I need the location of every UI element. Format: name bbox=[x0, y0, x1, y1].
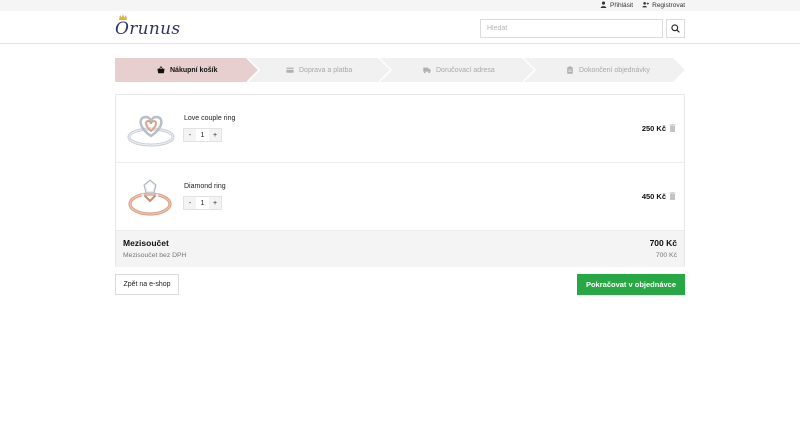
credit-card-icon bbox=[286, 67, 294, 73]
login-label: Přihlásit bbox=[610, 2, 634, 9]
checkout-steps: Nákupní košík Doprava a platba Doručovac… bbox=[115, 58, 685, 82]
back-to-shop-button[interactable]: Zpět na e-shop bbox=[115, 274, 179, 295]
continue-order-button[interactable]: Pokračovat v objednávce bbox=[577, 274, 685, 295]
logo-text: Orunus bbox=[115, 19, 181, 39]
quantity-value[interactable]: 1 bbox=[196, 129, 209, 141]
crown-icon bbox=[119, 14, 127, 20]
step-address-label: Doručovací adresa bbox=[436, 66, 495, 74]
product-price: 250 Kč bbox=[641, 124, 666, 133]
step-finish-label: Dokončení objednávky bbox=[579, 66, 650, 74]
quantity-value[interactable]: 1 bbox=[196, 197, 209, 209]
subtotal-label: Mezisoučet bbox=[123, 238, 169, 248]
user-plus-icon bbox=[642, 1, 650, 10]
cart-item: Diamond ring - 1 + 450 Kč bbox=[116, 163, 684, 231]
basket-icon bbox=[157, 66, 165, 74]
increase-quantity-button[interactable]: + bbox=[209, 129, 221, 141]
trash-icon[interactable] bbox=[669, 124, 676, 132]
quantity-stepper: - 1 + bbox=[183, 196, 222, 210]
subtotal-value: 700 Kč bbox=[649, 238, 677, 248]
product-price: 450 Kč bbox=[641, 192, 666, 201]
user-icon bbox=[600, 1, 607, 10]
step-shipping-label: Doprava a platba bbox=[299, 66, 353, 74]
product-image[interactable] bbox=[121, 100, 179, 158]
step-cart-label: Nákupní košík bbox=[170, 66, 218, 74]
login-link[interactable]: Přihlásit bbox=[600, 1, 633, 10]
cart-panel: Love couple ring - 1 + 250 Kč Diamond ri… bbox=[115, 94, 685, 267]
search-button[interactable] bbox=[666, 19, 685, 38]
product-image[interactable] bbox=[121, 168, 179, 226]
register-link[interactable]: Registrovat bbox=[642, 1, 685, 10]
increase-quantity-button[interactable]: + bbox=[209, 197, 221, 209]
top-bar: Přihlásit Registrovat bbox=[0, 0, 800, 11]
decrease-quantity-button[interactable]: - bbox=[184, 197, 196, 209]
account-links: Přihlásit Registrovat bbox=[600, 1, 685, 10]
product-name[interactable]: Diamond ring bbox=[184, 183, 226, 190]
step-order-completion[interactable]: Dokončení objednávky bbox=[566, 58, 650, 82]
truck-icon bbox=[423, 67, 431, 74]
subtotal-excl-vat-label: Mezisoučet bez DPH bbox=[123, 252, 187, 259]
site-logo[interactable]: Orunus bbox=[115, 14, 181, 39]
search-icon bbox=[671, 24, 680, 33]
cart-item: Love couple ring - 1 + 250 Kč bbox=[116, 95, 684, 163]
product-name[interactable]: Love couple ring bbox=[184, 115, 235, 122]
subtotal-excl-vat-value: 700 Kč bbox=[655, 252, 677, 259]
register-label: Registrovat bbox=[652, 2, 685, 9]
cart-subtotal: Mezisoučet Mezisoučet bez DPH 700 Kč 700… bbox=[116, 231, 684, 267]
step-delivery-address[interactable]: Doručovací adresa bbox=[423, 58, 495, 82]
search-input[interactable] bbox=[480, 19, 663, 38]
site-header: Orunus bbox=[0, 11, 800, 44]
trash-icon[interactable] bbox=[669, 192, 676, 200]
quantity-stepper: - 1 + bbox=[183, 128, 222, 142]
step-shipping-payment[interactable]: Doprava a platba bbox=[286, 58, 352, 82]
step-cart[interactable]: Nákupní košík bbox=[157, 58, 217, 82]
clipboard-icon bbox=[567, 66, 573, 74]
decrease-quantity-button[interactable]: - bbox=[184, 129, 196, 141]
